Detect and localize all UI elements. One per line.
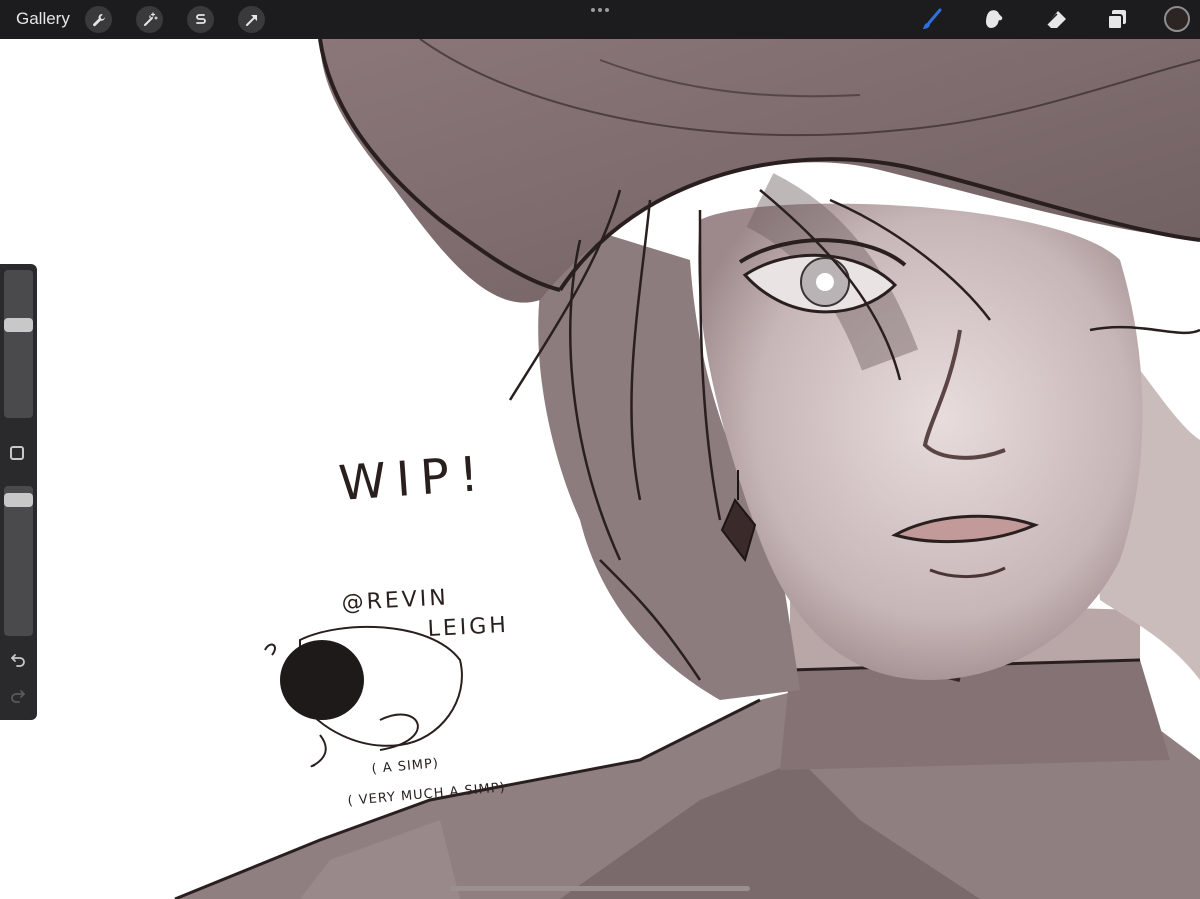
brush-size-slider[interactable] (4, 270, 33, 418)
wrench-icon[interactable] (85, 6, 112, 33)
modify-button[interactable] (10, 446, 24, 460)
opacity-slider[interactable] (4, 486, 33, 636)
smudge-icon[interactable] (980, 6, 1008, 34)
more-options-icon[interactable] (589, 4, 611, 16)
selection-icon[interactable] (187, 6, 214, 33)
brush-icon[interactable] (918, 6, 946, 34)
home-indicator[interactable] (450, 886, 750, 891)
opacity-handle[interactable] (4, 493, 33, 507)
top-toolbar: Gallery (0, 0, 1200, 39)
simp-note-line-1: ( A SIMP) (371, 756, 440, 777)
simp-doodle (264, 625, 463, 768)
signature-line-1: @REVIN (341, 585, 449, 616)
eraser-icon[interactable] (1042, 6, 1070, 34)
signature-line-2: LEIGH (427, 613, 509, 642)
magic-wand-icon[interactable] (136, 6, 163, 33)
drawing-canvas[interactable]: WIP! @REVIN LEIGH ( A SIMP) ( VERY MUCH … (0, 39, 1200, 899)
brush-size-handle[interactable] (4, 318, 33, 332)
wip-label: WIP! (337, 446, 490, 512)
color-picker-swatch[interactable] (1164, 6, 1190, 32)
layers-icon[interactable] (1103, 6, 1131, 34)
transform-arrow-icon[interactable] (238, 6, 265, 33)
gallery-button[interactable]: Gallery (16, 9, 70, 29)
undo-icon[interactable] (9, 650, 27, 668)
left-sidebar (0, 264, 37, 720)
redo-icon[interactable] (9, 686, 27, 704)
